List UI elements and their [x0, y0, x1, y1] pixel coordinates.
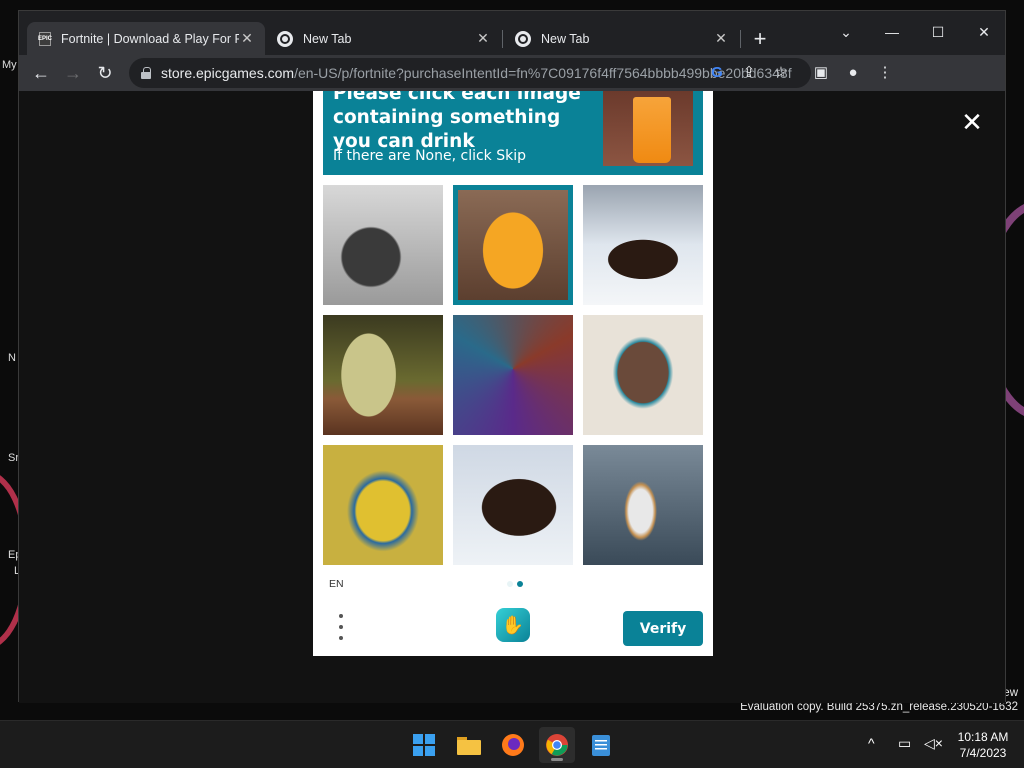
tab-search-button[interactable]: ⌄	[823, 17, 869, 47]
notepad-button[interactable]	[583, 727, 619, 763]
captcha-menu-button[interactable]	[335, 614, 347, 640]
epic-games-icon: EPIC	[38, 31, 52, 46]
close-icon[interactable]: ✕	[239, 30, 255, 47]
captcha-image[interactable]	[453, 315, 573, 435]
tab-strip: EPIC Fortnite | Download & Play For F ✕ …	[19, 11, 1005, 55]
page-dot	[507, 581, 513, 587]
volume-muted-icon[interactable]: ◁×	[924, 735, 943, 752]
image-painted-dog	[583, 315, 703, 435]
image-lemon-water	[323, 315, 443, 435]
captcha-image[interactable]	[583, 445, 703, 565]
verify-button[interactable]: Verify	[623, 611, 703, 646]
desktop-icon-label[interactable]: N	[8, 352, 16, 364]
tab-title: New Tab	[541, 31, 590, 46]
hcaptcha-logo-icon[interactable]: ✋	[496, 608, 530, 642]
tab-new-tab[interactable]: New Tab ✕	[503, 22, 739, 55]
browser-toolbar: ← → ↻ store.epicgames.com/en-US/p/fortni…	[19, 55, 1005, 91]
notepad-icon	[592, 735, 610, 756]
clock-date: 7/4/2023	[959, 746, 1007, 760]
clock-time: 10:18 AM	[957, 730, 1009, 744]
captcha-prompt: Please click each image containing somet…	[323, 91, 703, 175]
start-button[interactable]	[406, 727, 442, 763]
image-abstract-mask	[453, 315, 573, 435]
page-dot-active	[517, 581, 523, 587]
forward-button[interactable]: →	[59, 59, 87, 87]
network-icon[interactable]: ▭	[898, 735, 911, 752]
minimize-button[interactable]: —	[869, 17, 915, 47]
page-viewport: ✕ Please click each image containing som…	[19, 91, 1005, 703]
tab-separator	[740, 30, 741, 48]
captcha-image[interactable]	[583, 185, 703, 305]
profile-icon[interactable]: ●	[843, 63, 863, 83]
captcha-challenge: Please click each image containing somet…	[313, 91, 713, 656]
image-bear-on-snow	[453, 445, 573, 565]
image-puppy-sketch	[323, 185, 443, 305]
chrome-window: EPIC Fortnite | Download & Play For F ✕ …	[18, 10, 1006, 703]
url-host: store.epicgames.com	[161, 65, 295, 81]
menu-kebab-icon[interactable]: ⋮	[875, 63, 895, 83]
prompt-title: Please click each image containing somet…	[333, 91, 581, 152]
close-window-button[interactable]: ✕	[961, 17, 1007, 47]
captcha-image[interactable]	[583, 315, 703, 435]
start-icon	[413, 734, 435, 756]
bookmark-star-icon[interactable]: ☆	[771, 63, 791, 83]
back-button[interactable]: ←	[27, 59, 55, 87]
chrome-icon	[546, 734, 568, 756]
side-panel-icon[interactable]: ▣	[811, 63, 831, 83]
file-explorer-icon	[457, 737, 481, 755]
image-pop-art-bulldog	[323, 445, 443, 565]
show-hidden-icons-button[interactable]: ^	[868, 735, 875, 751]
firefox-button[interactable]	[495, 727, 531, 763]
image-grid	[323, 185, 703, 565]
url-text[interactable]: store.epicgames.com/en-US/p/fortnite?pur…	[161, 65, 792, 81]
lock-icon[interactable]	[141, 67, 151, 79]
taskbar-clock[interactable]: 10:18 AM 7/4/2023	[948, 729, 1018, 761]
active-app-indicator	[551, 758, 563, 761]
language-selector[interactable]: EN	[329, 578, 344, 590]
image-iced-drink	[583, 445, 703, 565]
share-icon[interactable]: ⇪	[739, 63, 759, 83]
tab-title: New Tab	[303, 31, 352, 46]
close-icon[interactable]: ✕	[959, 109, 985, 135]
tab-fortnite[interactable]: EPIC Fortnite | Download & Play For F ✕	[27, 22, 265, 55]
maximize-button[interactable]: ☐	[915, 17, 961, 47]
example-image	[603, 91, 693, 166]
desktop-icon-label[interactable]: My	[2, 59, 17, 71]
taskbar: ^ ▭ ◁× 10:18 AM 7/4/2023	[0, 720, 1024, 768]
captcha-image[interactable]	[453, 445, 573, 565]
close-icon[interactable]: ✕	[713, 30, 729, 47]
close-icon[interactable]: ✕	[475, 30, 491, 47]
google-lens-icon[interactable]: G	[707, 63, 727, 83]
reload-button[interactable]: ↻	[91, 59, 119, 87]
chrome-button[interactable]	[539, 727, 575, 763]
captcha-image[interactable]	[323, 185, 443, 305]
chrome-icon	[515, 30, 531, 47]
drink-glass-image	[633, 97, 671, 163]
captcha-image[interactable]	[453, 185, 573, 305]
captcha-image[interactable]	[323, 315, 443, 435]
tab-new-tab[interactable]: New Tab ✕	[265, 22, 501, 55]
tab-title: Fortnite | Download & Play For F	[61, 31, 239, 46]
firefox-icon	[502, 734, 524, 756]
prompt-subtitle: If there are None, click Skip	[333, 148, 527, 164]
file-explorer-button[interactable]	[451, 727, 487, 763]
image-bear-snow	[583, 185, 703, 305]
captcha-image[interactable]	[323, 445, 443, 565]
chrome-icon	[277, 30, 293, 47]
new-tab-button[interactable]: +	[747, 27, 773, 53]
image-orange-juice	[458, 190, 568, 300]
